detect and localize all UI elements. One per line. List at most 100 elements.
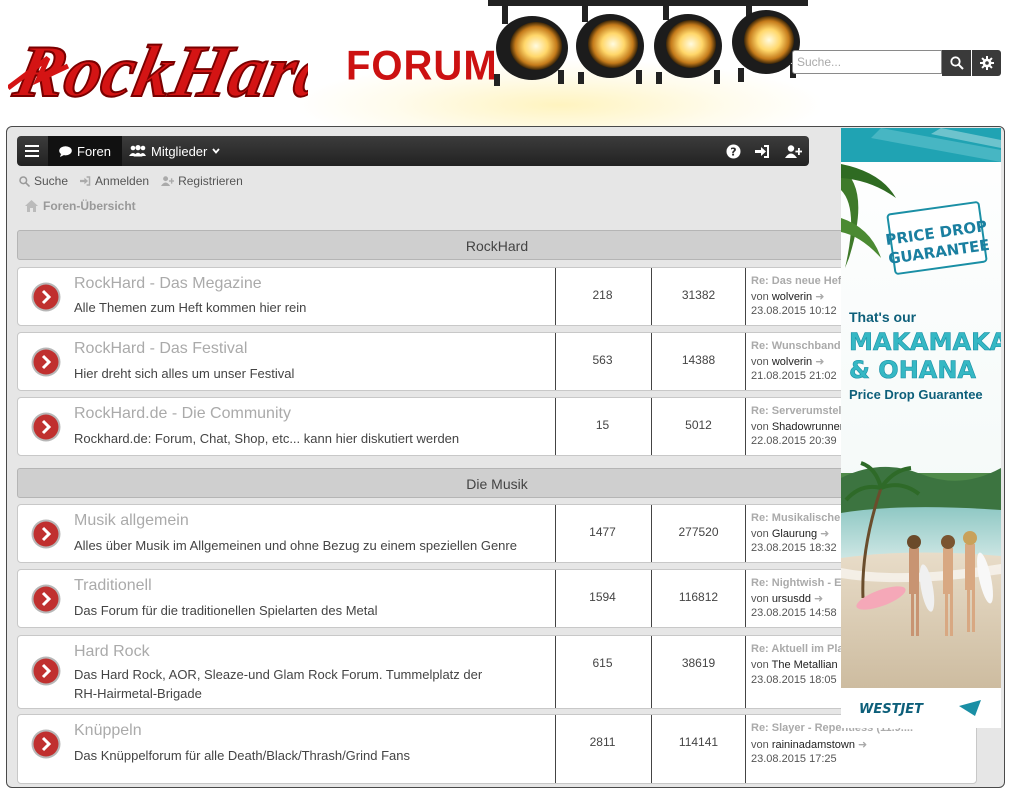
- breadcrumb[interactable]: Foren-Übersicht: [25, 199, 136, 213]
- forum-topic-count: 2811: [589, 735, 616, 749]
- quick-links: Suche Anmelden Registrieren: [19, 173, 243, 189]
- forum-post-count: 277520: [678, 525, 719, 539]
- arrow-right-icon[interactable]: ➜: [858, 739, 867, 751]
- arrow-right-icon[interactable]: ➜: [815, 356, 824, 368]
- forum-title-link[interactable]: RockHard - Das Megazine: [74, 275, 262, 293]
- last-post-date: 21.08.2015 21:02: [751, 370, 837, 382]
- forum-post-count: 38619: [681, 656, 716, 670]
- category-header-die-musik[interactable]: Die Musik: [17, 468, 977, 498]
- last-post-author: von raininadamstown ➜: [751, 739, 868, 751]
- last-post-date: 23.08.2015 14:58: [751, 607, 837, 619]
- forum-row[interactable]: RockHard - Das Festival Hier dreht sich …: [17, 332, 977, 391]
- forum-description: Das Hard Rock, AOR, Sleaze-und Glam Rock…: [74, 667, 483, 701]
- arrow-right-icon[interactable]: ➜: [820, 528, 829, 540]
- forum-unread-arrow-icon: [31, 412, 61, 442]
- forum-description: Das Knüppelforum für alle Death/Black/Th…: [74, 748, 410, 763]
- last-post-title-link[interactable]: Re: Musikalische: [751, 512, 840, 524]
- forum-row[interactable]: Knüppeln Das Knüppelforum für alle Death…: [17, 714, 977, 784]
- hamburger-icon: [25, 145, 39, 157]
- column-divider: [745, 333, 746, 390]
- category-header-rockhard[interactable]: RockHard: [17, 230, 977, 260]
- nav-tab-mitglieder[interactable]: Mitglieder: [129, 136, 221, 166]
- forum-description: Hier dreht sich alles um unser Festival: [74, 366, 295, 381]
- gear-icon: [979, 56, 994, 70]
- logo-svg: RockHard: [6, 30, 345, 114]
- forum-unread-arrow-icon: [31, 729, 61, 759]
- forum-title-link[interactable]: Hard Rock: [74, 643, 150, 661]
- column-divider: [745, 505, 746, 562]
- forum-unread-arrow-icon: [31, 656, 61, 686]
- quick-link-login[interactable]: Anmelden: [80, 173, 149, 189]
- forum-row[interactable]: Traditionell Das Forum für die tradition…: [17, 569, 977, 628]
- forum-title-link[interactable]: RockHard.de - Die Community: [74, 405, 291, 423]
- last-post-author-link[interactable]: Shadowrunner: [772, 421, 844, 433]
- ad-line1: That's our: [849, 309, 917, 325]
- quick-link-search[interactable]: Suche: [19, 173, 68, 189]
- forum-row[interactable]: RockHard.de - Die Community Rockhard.de:…: [17, 397, 977, 456]
- arrow-right-icon[interactable]: ➜: [815, 291, 824, 303]
- last-post-author: von ursusdd ➜: [751, 593, 824, 605]
- forum-topic-count: 563: [592, 353, 613, 367]
- column-divider: [745, 268, 746, 325]
- forum-description: Alles über Musik im Allgemeinen und ohne…: [74, 538, 517, 553]
- advanced-search-button[interactable]: [972, 50, 1001, 76]
- ad-line2: MAKAMAKA: [849, 328, 1001, 356]
- forum-title-link[interactable]: Traditionell: [74, 577, 152, 595]
- forum-title-link[interactable]: RockHard - Das Festival: [74, 340, 247, 358]
- column-divider: [555, 636, 652, 708]
- quick-link-register[interactable]: Registrieren: [161, 173, 243, 189]
- column-divider: [745, 570, 746, 627]
- ad-brand: WESTJET: [859, 702, 924, 717]
- sign-in-icon: [80, 176, 91, 186]
- forum-row[interactable]: Hard Rock Das Hard Rock, AOR, Sleaze-und…: [17, 635, 977, 709]
- help-button[interactable]: ?: [719, 136, 747, 166]
- menu-button[interactable]: [17, 136, 47, 166]
- breadcrumb-label: Foren-Übersicht: [43, 199, 136, 213]
- chevron-down-icon: [212, 148, 221, 154]
- last-post-author-link[interactable]: raininadamstown: [772, 739, 855, 751]
- last-post-title-link[interactable]: Re: Aktuell im Pla: [751, 643, 844, 655]
- last-post-author-link[interactable]: wolverin: [772, 356, 812, 368]
- column-divider: [745, 715, 746, 783]
- forum-row[interactable]: RockHard - Das Megazine Alle Themen zum …: [17, 267, 977, 326]
- last-post-author: von wolverin ➜: [751, 291, 825, 303]
- forum-title: FORUM: [346, 42, 498, 90]
- forum-title-link[interactable]: Musik allgemein: [74, 512, 189, 530]
- user-plus-icon: [784, 144, 802, 158]
- search-icon: [19, 175, 30, 187]
- column-divider: [555, 715, 652, 783]
- last-post-author-link[interactable]: wolverin: [772, 291, 812, 303]
- column-divider: [745, 636, 746, 708]
- register-button[interactable]: [779, 136, 807, 166]
- last-post-author-link[interactable]: Glaurung: [772, 528, 817, 540]
- search-button[interactable]: [942, 50, 971, 76]
- arrow-right-icon[interactable]: ➜: [814, 593, 823, 605]
- westjet-ad-banner[interactable]: PRICE DROP GUARANTEE That's our MAKAMAKA…: [841, 128, 1001, 728]
- last-post-author-link[interactable]: ursusdd: [772, 593, 811, 605]
- main-navbar: Foren Mitglieder ?: [17, 136, 809, 166]
- forum-unread-arrow-icon: [31, 584, 61, 614]
- last-post-title-link[interactable]: Re: Wunschbands: [751, 340, 847, 352]
- forum-unread-arrow-icon: [31, 282, 61, 312]
- forum-title-link[interactable]: Knüppeln: [74, 722, 142, 740]
- speech-bubble-icon: [59, 145, 72, 157]
- forum-topic-count: 218: [592, 288, 613, 302]
- last-post-title-link[interactable]: Re: Nightwish - E: [751, 577, 841, 589]
- user-plus-icon: [161, 176, 175, 186]
- rockhard-logo[interactable]: RockHard: [6, 18, 345, 118]
- last-post-title-link[interactable]: Re: Das neue Heft: [751, 275, 845, 287]
- forum-topic-count: 15: [595, 418, 610, 432]
- last-post-author-link[interactable]: The Metallian: [772, 659, 838, 671]
- forum-post-count: 31382: [681, 288, 716, 302]
- ad-artwork: PRICE DROP GUARANTEE That's our MAKAMAKA…: [841, 128, 1001, 728]
- last-post-author: von wolverin ➜: [751, 356, 825, 368]
- ad-line4: Price Drop Guarantee: [849, 387, 983, 402]
- forum-row[interactable]: Musik allgemein Alles über Musik im Allg…: [17, 504, 977, 563]
- login-button[interactable]: [748, 136, 776, 166]
- column-divider: [745, 398, 746, 455]
- nav-tab-foren[interactable]: Foren: [48, 136, 122, 166]
- search-input[interactable]: [792, 50, 942, 74]
- forum-post-count: 114141: [678, 735, 719, 749]
- last-post-date: 23.08.2015 17:25: [751, 753, 837, 765]
- last-post-author: von The Metallian ➜: [751, 658, 850, 671]
